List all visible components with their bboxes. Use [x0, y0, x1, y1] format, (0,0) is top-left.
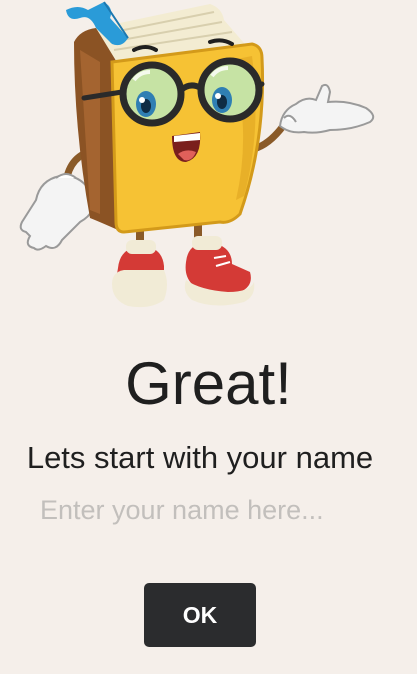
right-shoe: [184, 236, 255, 306]
name-input[interactable]: [38, 490, 382, 530]
book-mascot-icon: [19, 1, 375, 308]
page-subtitle: Lets start with your name: [26, 440, 374, 475]
right-glove: [278, 83, 375, 134]
left-shoe: [112, 240, 167, 308]
left-glove: [19, 173, 95, 251]
ok-button[interactable]: OK: [144, 583, 256, 647]
ok-button-label: OK: [182, 601, 218, 628]
page-title: Great!: [125, 350, 292, 417]
